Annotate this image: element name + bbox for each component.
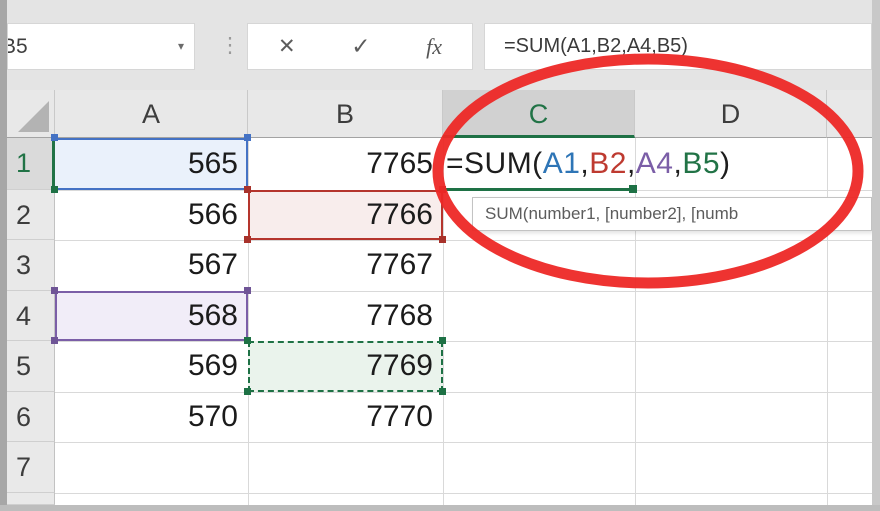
formula-bar-text: =SUM(A1,B2,A4,B5) bbox=[504, 35, 688, 57]
cell-b3-value[interactable]: 7767 bbox=[248, 240, 443, 291]
formula-ref-a4: A4 bbox=[635, 147, 674, 180]
row-header-7[interactable]: 7 bbox=[7, 442, 55, 493]
formula-bar-input[interactable]: =SUM(A1,B2,A4,B5) bbox=[484, 23, 872, 70]
select-all-triangle-icon bbox=[18, 101, 49, 132]
selection-handle[interactable] bbox=[51, 337, 58, 344]
selection-handle[interactable] bbox=[51, 134, 58, 141]
cell-b5-value[interactable]: 7769 bbox=[248, 341, 443, 392]
cell-c1-fill-handle[interactable] bbox=[629, 185, 637, 193]
cell-a5-value[interactable]: 569 bbox=[55, 341, 248, 392]
selection-handle[interactable] bbox=[51, 186, 58, 193]
cell-a6-value[interactable]: 570 bbox=[55, 392, 248, 443]
cell-a2-value[interactable]: 566 bbox=[55, 190, 248, 241]
insert-function-icon[interactable]: fx bbox=[426, 34, 442, 60]
cell-b4-value[interactable]: 7768 bbox=[248, 291, 443, 342]
window-edge-right bbox=[872, 0, 880, 511]
column-header-c-active[interactable]: C bbox=[443, 90, 635, 138]
row-header-4[interactable]: 4 bbox=[7, 290, 55, 341]
cell-a4-value[interactable]: 568 bbox=[55, 291, 248, 342]
name-box-value: B5 bbox=[8, 35, 28, 58]
row-header-6[interactable]: 6 bbox=[7, 391, 55, 442]
window-edge-bottom bbox=[0, 505, 880, 511]
selection-handle[interactable] bbox=[51, 287, 58, 294]
name-box[interactable]: B5 ▾ bbox=[7, 23, 195, 70]
window-edge-left bbox=[0, 0, 7, 511]
column-header-d[interactable]: D bbox=[635, 90, 827, 138]
row-header-5[interactable]: 5 bbox=[7, 341, 55, 392]
column-header-e-clipped[interactable] bbox=[827, 90, 872, 138]
selection-handle[interactable] bbox=[439, 236, 446, 243]
selection-handle[interactable] bbox=[244, 236, 251, 243]
row-header-3[interactable]: 3 bbox=[7, 240, 55, 291]
formula-bar-buttons: ✕ ✓ fx bbox=[247, 23, 473, 70]
formula-bar-drag-dots-icon: ⋮ bbox=[219, 34, 241, 57]
formula-comma: , bbox=[626, 147, 636, 180]
cell-b1-value[interactable]: 7765 bbox=[248, 138, 443, 190]
cancel-icon[interactable]: ✕ bbox=[278, 34, 296, 59]
cell-a1-value[interactable]: 565 bbox=[55, 138, 248, 190]
formula-part-close: ) bbox=[720, 147, 731, 180]
function-hint-tooltip: SUM(number1, [number2], [numb bbox=[472, 197, 872, 231]
selection-handle[interactable] bbox=[244, 287, 251, 294]
row-header-2[interactable]: 2 bbox=[7, 189, 55, 240]
gridline-row-78 bbox=[55, 492, 872, 494]
selection-handle[interactable] bbox=[439, 337, 446, 344]
row-header-1-active[interactable]: 1 bbox=[7, 138, 55, 190]
name-box-dropdown-icon[interactable]: ▾ bbox=[178, 24, 184, 69]
select-all-corner[interactable] bbox=[7, 90, 55, 138]
formula-bar: B5 ▾ ⋮ ✕ ✓ fx =SUM(A1,B2,A4,B5) bbox=[7, 0, 872, 90]
cell-b6-value[interactable]: 7770 bbox=[248, 392, 443, 443]
selection-handle[interactable] bbox=[244, 186, 251, 193]
column-header-b[interactable]: B bbox=[248, 90, 443, 138]
spreadsheet-grid: A B C D 1 2 3 4 5 6 7 565 7765 566 7766 … bbox=[7, 90, 872, 505]
enter-icon[interactable]: ✓ bbox=[351, 33, 370, 60]
formula-comma: , bbox=[580, 147, 590, 180]
cell-c1-edit-border bbox=[443, 187, 629, 191]
selection-handle[interactable] bbox=[244, 337, 251, 344]
gridline-col-cd bbox=[635, 138, 636, 505]
selection-handle[interactable] bbox=[244, 134, 251, 141]
formula-comma: , bbox=[673, 147, 683, 180]
cell-a3-value[interactable]: 567 bbox=[55, 240, 248, 291]
selection-handle[interactable] bbox=[439, 388, 446, 395]
row-header-8-clipped[interactable] bbox=[7, 492, 55, 505]
gridline-col-bc bbox=[443, 138, 444, 505]
function-hint-text: SUM(number1, [number2], [numb bbox=[485, 204, 739, 223]
formula-ref-a1: A1 bbox=[542, 147, 581, 180]
selection-handle[interactable] bbox=[244, 388, 251, 395]
cell-b2-value[interactable]: 7766 bbox=[248, 190, 443, 241]
column-header-a[interactable]: A bbox=[55, 90, 248, 138]
gridline-col-de bbox=[827, 138, 828, 505]
cell-c1-formula-edit[interactable]: =SUM(A1,B2,A4,B5) bbox=[446, 138, 731, 190]
excel-window: B5 ▾ ⋮ ✕ ✓ fx =SUM(A1,B2,A4,B5) A B C D … bbox=[0, 0, 880, 511]
formula-ref-b5: B5 bbox=[682, 147, 721, 180]
formula-part-function: =SUM( bbox=[446, 147, 543, 180]
formula-ref-b2: B2 bbox=[589, 147, 627, 180]
gridline-row-67 bbox=[55, 442, 872, 443]
